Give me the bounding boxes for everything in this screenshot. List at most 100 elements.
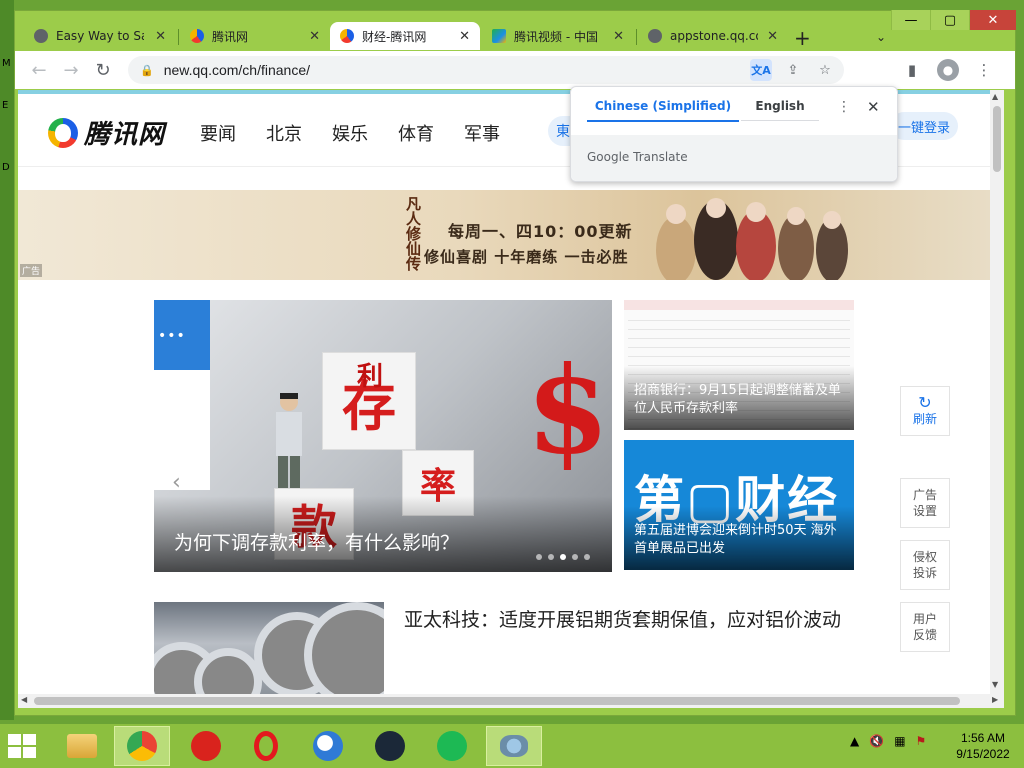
taskbar-clock[interactable]: 1:56 AM 9/15/2022 xyxy=(948,730,1018,762)
article-title[interactable]: 亚太科技：适度开展铝期货套期保值，应对铝价波动 xyxy=(404,604,864,636)
reload-icon[interactable]: ↻ xyxy=(87,60,119,81)
site-logo[interactable]: 腾讯网 xyxy=(48,114,165,151)
network-status-icon[interactable]: ▦ xyxy=(894,734,905,748)
close-tab-icon[interactable]: ✕ xyxy=(155,29,166,44)
taskbar-steam[interactable] xyxy=(362,726,418,766)
slider-dot[interactable] xyxy=(572,554,578,560)
source-language-tab[interactable]: Chinese (Simplified) xyxy=(587,99,739,122)
close-popup-icon[interactable]: ✕ xyxy=(867,98,880,116)
volume-muted-icon[interactable]: 🔇 xyxy=(869,734,884,748)
desktop-fragment: E xyxy=(2,100,9,111)
vertical-scrollbar[interactable]: ▲ ▼ xyxy=(990,90,1004,694)
tencent-logo-icon xyxy=(48,117,78,148)
close-tab-icon[interactable]: ✕ xyxy=(613,29,624,44)
scroll-thumb[interactable] xyxy=(34,697,960,705)
close-tab-icon[interactable]: ✕ xyxy=(459,29,470,44)
clock-date: 9/15/2022 xyxy=(956,747,1010,761)
more-menu-icon[interactable]: ⋮ xyxy=(973,59,995,81)
horizontal-scrollbar[interactable]: ◀ ▶ xyxy=(18,694,1004,708)
target-language-tab[interactable]: English xyxy=(741,99,819,121)
scroll-left-icon[interactable]: ◀ xyxy=(21,695,27,704)
slider-dot-active[interactable] xyxy=(560,554,566,560)
banner-calligraphy: 凡人修仙传 xyxy=(404,196,422,271)
slider-dot[interactable] xyxy=(584,554,590,560)
side-panel-icon[interactable]: ▮ xyxy=(901,59,923,81)
lock-icon[interactable]: 🔒 xyxy=(140,64,154,77)
news-card-expo[interactable]: 第▢财经 第五届进博会迎来倒计时50天 海外首单展品已出发 xyxy=(624,440,854,570)
translate-footer: Google Translate xyxy=(571,135,897,181)
tab-search-chevron-icon[interactable]: ⌄ xyxy=(876,30,886,44)
tab-separator xyxy=(178,29,179,45)
ad-settings-button[interactable]: 广告 设置 xyxy=(900,478,950,528)
slider-prev-arrow-icon[interactable]: ‹ xyxy=(172,470,181,495)
tab-title: 腾讯视频 - 中国 xyxy=(514,29,598,44)
taskbar-power-app[interactable] xyxy=(178,726,234,766)
hero-slider[interactable]: ••• ‹ 存 利 款 率 $ 为何下调存款利率，有什么影响？ xyxy=(154,300,612,572)
site-nav: 要闻 北京 娱乐 体育 军事 xyxy=(200,120,500,146)
card-caption[interactable]: 招商银行：9月15日起调整储蓄及单位人民币存款利率 xyxy=(634,382,846,418)
action-center-icon[interactable]: ⚑ xyxy=(916,734,927,748)
nav-item-sports[interactable]: 体育 xyxy=(398,120,434,146)
slider-dot[interactable] xyxy=(548,554,554,560)
tab-finance[interactable]: 财经-腾讯网 ✕ xyxy=(330,22,480,50)
taskbar-chrome[interactable] xyxy=(114,726,170,766)
tab-appstone[interactable]: appstone.qq.co ✕ xyxy=(638,22,788,50)
nav-item-military[interactable]: 军事 xyxy=(464,120,500,146)
scroll-down-icon[interactable]: ▼ xyxy=(992,680,998,689)
nav-item-beijing[interactable]: 北京 xyxy=(266,120,302,146)
file-explorer-icon xyxy=(67,734,97,758)
scroll-right-icon[interactable]: ▶ xyxy=(992,695,998,704)
close-tab-icon[interactable]: ✕ xyxy=(767,29,778,44)
login-button[interactable]: 一键登录 xyxy=(890,112,958,140)
back-arrow-icon[interactable]: ← xyxy=(23,60,55,81)
address-bar[interactable]: 🔒 new.qq.com/ch/finance/ 文A ⇪ ☆ xyxy=(128,56,844,84)
scroll-thumb[interactable] xyxy=(993,106,1001,172)
power-icon xyxy=(191,731,221,761)
scroll-up-icon[interactable]: ▲ xyxy=(992,92,998,101)
rights-complaint-button[interactable]: 侵权 投诉 xyxy=(900,540,950,590)
user-feedback-button[interactable]: 用户 反馈 xyxy=(900,602,950,652)
tray-expand-icon[interactable]: ▲ xyxy=(850,734,859,748)
close-window-button[interactable]: ✕ xyxy=(969,10,1016,30)
tab-easy-way[interactable]: Easy Way to Sav ✕ xyxy=(24,22,176,50)
taskbar-thunderbird[interactable] xyxy=(300,726,356,766)
nav-item-entertainment[interactable]: 娱乐 xyxy=(332,120,368,146)
nav-item-news[interactable]: 要闻 xyxy=(200,120,236,146)
bookmark-star-icon[interactable]: ☆ xyxy=(814,59,836,81)
taskbar-file-explorer[interactable] xyxy=(54,726,110,766)
tab-tencent[interactable]: 腾讯网 ✕ xyxy=(180,22,330,50)
logo-text: 腾讯网 xyxy=(84,120,166,150)
slider-menu-card[interactable]: ••• xyxy=(154,300,210,370)
close-tab-icon[interactable]: ✕ xyxy=(309,29,320,44)
translate-icon[interactable]: 文A xyxy=(750,59,772,81)
slider-side-strip xyxy=(154,370,210,490)
refresh-icon: ↻ xyxy=(918,393,932,412)
windows-logo-icon xyxy=(8,747,21,758)
new-tab-button[interactable]: + xyxy=(794,26,811,50)
tab-tencent-video[interactable]: 腾讯视频 - 中国 ✕ xyxy=(482,22,634,50)
card-caption[interactable]: 第五届进博会迎来倒计时50天 海外首单展品已出发 xyxy=(634,522,846,558)
translate-options-icon[interactable]: ⋮ xyxy=(837,99,851,115)
slider-dot[interactable] xyxy=(536,554,542,560)
desktop-edge: M E D xyxy=(0,0,14,720)
tencent-icon xyxy=(340,29,354,43)
share-icon[interactable]: ⇪ xyxy=(782,59,804,81)
profile-avatar-icon[interactable]: ● xyxy=(937,59,959,81)
taskbar-network-app[interactable] xyxy=(486,726,542,766)
start-button[interactable] xyxy=(8,734,38,758)
taskbar-spotify[interactable] xyxy=(424,726,480,766)
taskbar-opera[interactable] xyxy=(238,726,294,766)
news-card-bank[interactable]: 招商银行：9月15日起调整储蓄及单位人民币存款利率 xyxy=(624,300,854,430)
article-thumbnail[interactable] xyxy=(154,602,384,694)
url-text[interactable]: new.qq.com/ch/finance/ xyxy=(164,62,310,78)
chrome-icon xyxy=(127,731,157,761)
maximize-button[interactable]: ▢ xyxy=(930,10,969,30)
hero-caption[interactable]: 为何下调存款利率，有什么影响？ xyxy=(174,528,459,555)
windows-logo-icon xyxy=(23,747,36,758)
cube-char-top: 利 xyxy=(356,361,383,392)
globe-icon xyxy=(34,29,48,43)
forward-arrow-icon[interactable]: → xyxy=(55,60,87,81)
refresh-button[interactable]: ↻ 刷新 xyxy=(900,386,950,436)
ad-banner[interactable]: 凡人修仙传 每周一、四10：00更新 修仙喜剧 十年磨练 一击必胜 广告 xyxy=(18,190,990,280)
minimize-button[interactable]: — xyxy=(891,10,930,30)
